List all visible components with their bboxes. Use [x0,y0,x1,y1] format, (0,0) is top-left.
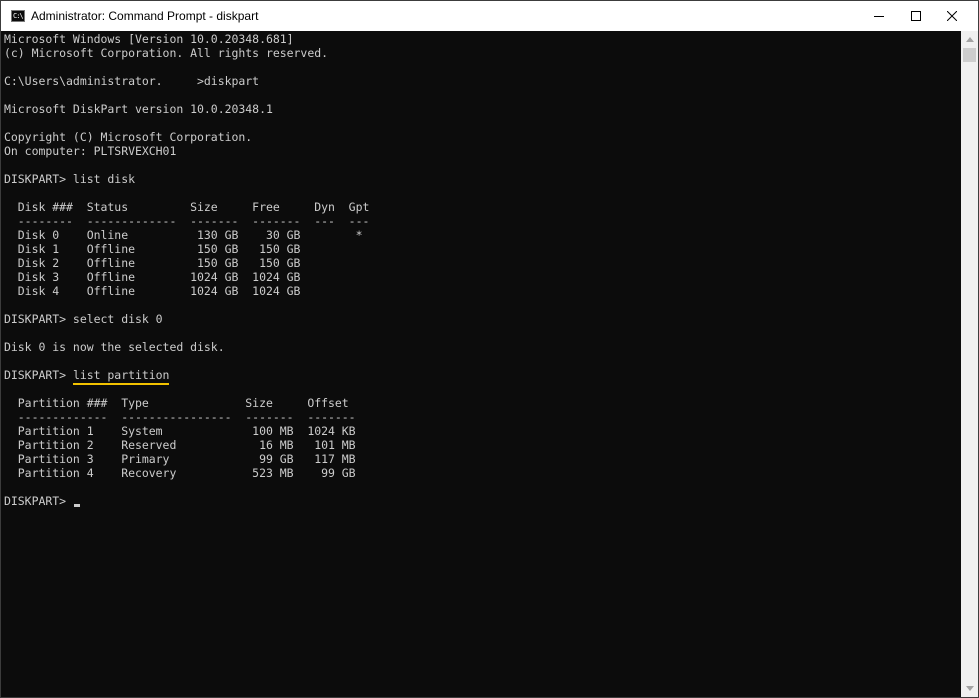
text-cursor [73,504,80,507]
highlighted-command: list partition [72,368,170,385]
disk-table-header: Disk ### Status Size Free Dyn Gpt [4,200,370,214]
console-line: Copyright (C) Microsoft Corporation. [4,130,253,144]
console-line: DISKPART> select disk 0 [4,312,163,326]
partition-table-header: Partition ### Type Size Offset [4,396,349,410]
scroll-down-button[interactable] [961,680,978,697]
disk-table-row: Disk 2 Offline 150 GB 150 GB [4,256,301,270]
partition-table-row: Partition 4 Recovery 523 MB 99 GB [4,466,356,480]
highlight-underline [72,383,170,385]
diskpart-prompt: DISKPART> [4,494,73,508]
disk-table-divider: -------- ------------- ------- ------- -… [4,214,370,228]
minimize-icon [874,16,884,17]
scroll-thumb[interactable] [963,48,976,62]
scroll-up-button[interactable] [961,31,978,48]
close-icon [947,11,957,21]
partition-table-row: Partition 3 Primary 99 GB 117 MB [4,452,356,466]
console-line: DISKPART> list disk [4,172,135,186]
maximize-icon [911,11,921,21]
close-button[interactable] [929,1,975,31]
scroll-down-arrow-icon [965,686,974,691]
console-line: C:\Users\administrator. >diskpart [4,74,260,88]
list-partition-command-line: DISKPART> list partition [4,368,170,385]
disk-table-row: Disk 3 Offline 1024 GB 1024 GB [4,270,301,284]
console-line: (c) Microsoft Corporation. All rights re… [4,46,328,60]
disk-table-row: Disk 4 Offline 1024 GB 1024 GB [4,284,301,298]
diskpart-prompt: DISKPART> [4,368,73,382]
vertical-scrollbar[interactable] [961,31,978,697]
title-bar[interactable]: C:\ Administrator: Command Prompt - disk… [1,1,978,31]
cmd-icon[interactable]: C:\ [11,10,25,22]
console-line: Disk 0 is now the selected disk. [4,340,225,354]
current-prompt-line[interactable]: DISKPART> [4,494,80,508]
disk-table-row: Disk 1 Offline 150 GB 150 GB [4,242,301,256]
highlighted-command-text: list partition [72,368,170,382]
partition-table-divider: ------------- ---------------- ------- -… [4,410,356,424]
console-line: On computer: PLTSRVEXCH01 [4,144,177,158]
partition-table-row: Partition 2 Reserved 16 MB 101 MB [4,438,356,452]
cmd-icon-glyph: C:\ [13,12,24,20]
partition-table-row: Partition 1 System 100 MB 1024 KB [4,424,356,438]
console-output[interactable]: Microsoft Windows [Version 10.0.20348.68… [1,31,961,697]
console-line: Microsoft Windows [Version 10.0.20348.68… [4,32,294,46]
command-prompt-window: C:\ Administrator: Command Prompt - disk… [0,0,979,698]
console-line: Microsoft DiskPart version 10.0.20348.1 [4,102,273,116]
disk-table-row: Disk 0 Online 130 GB 30 GB * [4,228,363,242]
scroll-up-arrow-icon [965,37,974,42]
window-title: Administrator: Command Prompt - diskpart [31,9,259,23]
